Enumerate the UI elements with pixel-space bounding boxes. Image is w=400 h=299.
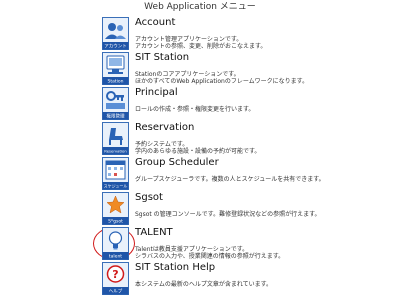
app-item-reservation[interactable]: Reservation Reservation 予約システムです。 学内のあらゆ… — [0, 122, 400, 156]
app-description-line: 本システムの最新のヘルプ文章が含まれています。 — [135, 281, 273, 288]
app-name[interactable]: Group Scheduler — [135, 157, 219, 169]
app-description-line: Talentは教員支援アプリケーションです。 — [135, 246, 249, 253]
app-description: Talentは教員支援アプリケーションです。 シラバスの入力や、授業関連の情報の… — [135, 246, 284, 260]
app-item-help[interactable]: ? ヘルプ SIT Station Help 本システムの最新のヘルプ文章が含ま… — [0, 262, 400, 296]
app-name[interactable]: Reservation — [135, 122, 194, 134]
app-description-line: グループスケジューラです。複数の人とスケジュールを共有できます。 — [135, 176, 325, 183]
app-description-line: ほかのすべてのWeb Applicationのフレームワークになります。 — [135, 78, 309, 85]
app-description: グループスケジューラです。複数の人とスケジュールを共有できます。 — [135, 176, 325, 183]
icon-label: Reservation — [104, 149, 127, 154]
app-description-line: Sgsot の管理コンソールです。難修登録状況などの参照が行えます。 — [135, 211, 321, 218]
app-description: アカウント管理アプリケーションです。 アカウントの参照、変更、削除がおこなえます… — [135, 36, 266, 50]
icon-label: ヘルプ — [109, 289, 123, 295]
station-icon[interactable]: Station — [102, 52, 129, 85]
app-description: Sgsot の管理コンソールです。難修登録状況などの参照が行えます。 — [135, 211, 320, 218]
app-item-principal[interactable]: 権限管理 Principal ロールの作成・参照・権限変更を行います。 — [0, 87, 400, 121]
icon-label: 権限管理 — [107, 113, 125, 120]
icon-label: S*gsot — [108, 219, 123, 225]
app-description: 予約システムです。 学内のあらゆる施設・設備の予約が可能です。 — [135, 141, 260, 155]
icon-label: Station — [108, 79, 124, 85]
app-name[interactable]: Account — [135, 17, 175, 29]
app-item-talent[interactable]: talent TALENT Talentは教員支援アプリケーションです。 シラバ… — [0, 227, 400, 261]
app-description: ロールの作成・参照・権限変更を行います。 — [135, 106, 254, 113]
svg-text:?: ? — [112, 268, 118, 281]
help-icon[interactable]: ? ヘルプ — [102, 262, 129, 295]
app-description: 本システムの最新のヘルプ文章が含まれています。 — [135, 281, 272, 288]
app-name[interactable]: Principal — [135, 87, 178, 99]
page-title: Web Application メニュー — [144, 2, 256, 12]
app-item-group-scheduler[interactable]: スケジュール Group Scheduler グループスケジューラです。複数の人… — [0, 157, 400, 191]
app-item-sgsot[interactable]: S*gsot Sgsot Sgsot の管理コンソールです。難修登録状況などの参… — [0, 192, 400, 226]
account-icon[interactable]: アカウント — [102, 17, 129, 50]
app-description-line: Stationのコアアプリケーションです。 — [135, 71, 240, 78]
app-description-line: シラバスの入力や、授業関連の情報の参照が行えます。 — [135, 253, 285, 260]
talent-icon[interactable]: talent — [102, 227, 129, 260]
app-item-account[interactable]: アカウント Account アカウント管理アプリケーションです。 アカウントの参… — [0, 17, 400, 51]
app-description-line: 予約システムです。 — [135, 141, 189, 148]
sgsot-icon[interactable]: S*gsot — [102, 192, 129, 225]
icon-label: アカウント — [104, 43, 127, 50]
scheduler-icon[interactable]: スケジュール — [102, 157, 129, 190]
app-description-line: アカウントの参照、変更、削除がおこなえます。 — [135, 43, 267, 50]
reservation-icon[interactable]: Reservation — [102, 122, 129, 155]
icon-label: スケジュール — [104, 183, 128, 189]
principal-icon[interactable]: 権限管理 — [102, 87, 129, 120]
app-name[interactable]: SIT Station Help — [135, 262, 215, 274]
app-description-line: アカウント管理アプリケーションです。 — [135, 36, 243, 43]
app-item-sit-station[interactable]: Station SIT Station Stationのコアアプリケーションです… — [0, 52, 400, 86]
app-name[interactable]: SIT Station — [135, 52, 189, 64]
icon-label: talent — [109, 254, 122, 260]
app-description: Stationのコアアプリケーションです。 ほかのすべてのWeb Applica… — [135, 71, 308, 85]
app-name[interactable]: Sgsot — [135, 192, 163, 204]
app-name[interactable]: TALENT — [135, 227, 173, 239]
app-description-line: 学内のあらゆる施設・設備の予約が可能です。 — [135, 148, 261, 155]
app-description-line: ロールの作成・参照・権限変更を行います。 — [135, 106, 255, 113]
